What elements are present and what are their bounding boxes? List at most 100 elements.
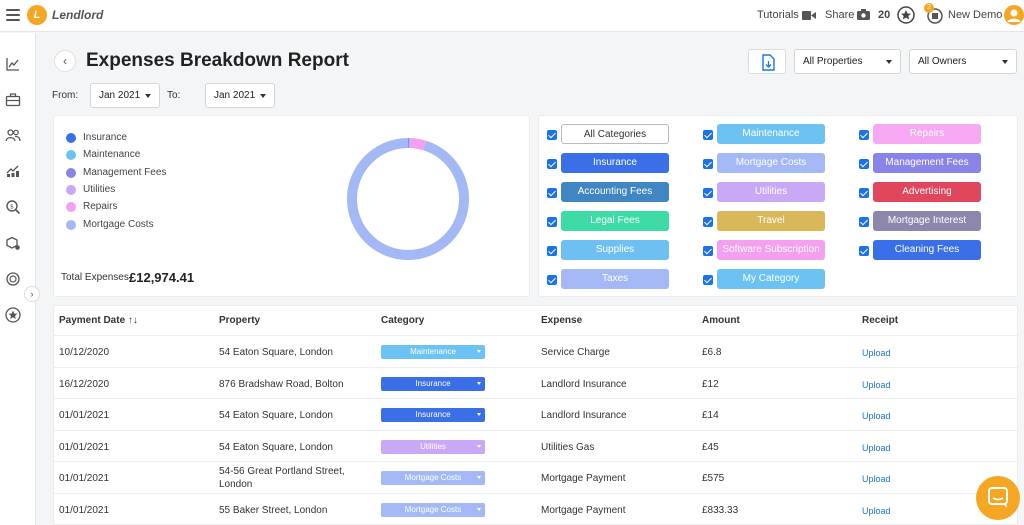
header-category: Category <box>381 315 425 326</box>
upload-receipt-link[interactable]: Upload <box>862 411 891 421</box>
cell-expense: Landlord Insurance <box>541 410 627 422</box>
category-pill[interactable]: Supplies <box>561 240 669 260</box>
box-settings-icon[interactable] <box>5 235 21 251</box>
owners-dropdown[interactable]: All Owners <box>909 49 1017 74</box>
chart-line-icon[interactable] <box>5 56 21 72</box>
star-badge-icon[interactable] <box>897 6 915 24</box>
header-receipt: Receipt <box>862 315 899 326</box>
category-pill[interactable]: Utilities <box>717 182 825 202</box>
upload-receipt-link[interactable]: Upload <box>862 380 891 390</box>
upload-receipt-link[interactable]: Upload <box>862 506 891 516</box>
to-label: To: <box>167 90 181 101</box>
sidebar: $ <box>0 33 36 525</box>
category-checkbox[interactable] <box>547 188 557 198</box>
cell-amount: £45 <box>702 441 719 453</box>
table-row[interactable]: 01/01/2021 54 Eaton Square, London Utiliti… <box>54 429 1019 462</box>
category-checkbox[interactable] <box>859 130 869 140</box>
category-checkbox[interactable] <box>547 246 557 256</box>
video-icon[interactable] <box>802 11 816 20</box>
category-checkbox[interactable] <box>547 275 557 285</box>
category-pill[interactable]: My Category <box>717 269 825 289</box>
chat-button[interactable] <box>976 476 1020 520</box>
category-checkbox[interactable] <box>703 159 713 169</box>
upload-receipt-link[interactable]: Upload <box>862 443 891 453</box>
export-button[interactable] <box>748 49 786 74</box>
category-pill[interactable]: Mortgage Costs <box>717 153 825 173</box>
table-row[interactable]: 01/01/2021 55 Baker Street, London Mortgag… <box>54 493 1019 525</box>
cell-property: 876 Bradshaw Road, Bolton <box>219 378 344 390</box>
total-expenses-label: Total Expenses <box>61 272 129 283</box>
top-bar: L Lendlord Tutorials Share 20 2 New Demo <box>0 0 1024 32</box>
upload-receipt-link[interactable]: Upload <box>862 348 891 358</box>
donut-slice-mortgage-costs <box>347 138 469 260</box>
category-pill[interactable]: All Categories <box>561 124 669 144</box>
category-pill[interactable]: Taxes <box>561 269 669 289</box>
briefcase-icon[interactable] <box>5 92 21 108</box>
category-checkbox[interactable] <box>547 217 557 227</box>
category-pill[interactable]: Travel <box>717 211 825 231</box>
category-checkbox[interactable] <box>859 188 869 198</box>
category-checkbox[interactable] <box>859 217 869 227</box>
category-checkbox[interactable] <box>703 275 713 285</box>
to-date-picker[interactable]: Jan 2021 <box>205 83 275 108</box>
star-icon[interactable] <box>5 307 21 323</box>
camera-icon[interactable] <box>857 9 870 20</box>
category-pill[interactable]: Accounting Fees <box>561 182 669 202</box>
back-button[interactable]: ‹ <box>54 50 76 72</box>
category-pill[interactable]: Mortgage Interest <box>873 211 981 231</box>
categories-card: All Categories Maintenance Repairs Insuranc… <box>538 115 1018 297</box>
share-link[interactable]: Share <box>825 9 854 21</box>
growth-icon[interactable] <box>5 163 21 179</box>
category-pill[interactable]: Software Subscription <box>717 240 825 260</box>
search-money-icon[interactable]: $ <box>5 199 21 215</box>
category-checkbox[interactable] <box>547 130 557 140</box>
category-select[interactable]: Maintenance <box>381 345 485 359</box>
category-checkbox[interactable] <box>703 246 713 256</box>
table-row[interactable]: 01/01/2021 54-56 Great Portland Street, L… <box>54 461 1019 493</box>
header-expense: Expense <box>541 315 583 326</box>
menu-icon[interactable] <box>6 9 20 21</box>
from-date-picker[interactable]: Jan 2021 <box>90 83 160 108</box>
category-checkbox[interactable] <box>859 246 869 256</box>
sidebar-toggle[interactable]: › <box>24 286 40 302</box>
table-row[interactable]: 16/12/2020 876 Bradshaw Road, Bolton Insur… <box>54 366 1019 399</box>
tutorials-link[interactable]: Tutorials <box>757 9 799 21</box>
legend-label: Management Fees <box>83 166 167 178</box>
upload-receipt-link[interactable]: Upload <box>862 474 891 484</box>
category-checkbox[interactable] <box>859 159 869 169</box>
avatar[interactable] <box>1004 5 1024 25</box>
export-file-icon <box>762 54 775 71</box>
category-select[interactable]: Insurance <box>381 376 485 391</box>
table-row[interactable]: 10/12/2020 54 Eaton Square, London Mainten… <box>54 335 1019 367</box>
user-name[interactable]: New Demo <box>948 9 1002 21</box>
category-select[interactable]: Mortgage Costs <box>381 471 485 486</box>
header-payment-date[interactable]: Payment Date ↑↓ <box>59 315 138 326</box>
legend-label: Maintenance <box>83 149 141 161</box>
chevron-down-icon <box>477 350 481 353</box>
category-select-value: Insurance <box>415 410 451 420</box>
category-select[interactable]: Mortgage Costs <box>381 503 485 517</box>
category-pill[interactable]: Insurance <box>561 153 669 173</box>
category-select-value: Mortgage Costs <box>404 473 462 483</box>
users-icon[interactable] <box>5 127 21 143</box>
category-pill[interactable]: Advertising <box>873 182 981 202</box>
category-select[interactable]: Utilities <box>381 439 485 454</box>
legend-dot-icon <box>66 150 76 161</box>
table-row[interactable]: 01/01/2021 54 Eaton Square, London Insuran… <box>54 398 1019 430</box>
legend-label: Utilities <box>83 183 116 195</box>
category-pill[interactable]: Management Fees <box>873 153 981 173</box>
category-checkbox[interactable] <box>703 217 713 227</box>
header-amount: Amount <box>702 315 740 326</box>
category-checkbox[interactable] <box>703 188 713 198</box>
sync-icon[interactable] <box>5 271 21 287</box>
points-count: 20 <box>878 9 891 21</box>
category-pill[interactable]: Maintenance <box>717 124 825 144</box>
properties-dropdown[interactable]: All Properties <box>794 49 901 74</box>
category-pill[interactable]: Cleaning Fees <box>873 240 981 260</box>
category-checkbox[interactable] <box>547 159 557 169</box>
category-pill[interactable]: Legal Fees <box>561 211 669 231</box>
category-select-value: Utilities <box>420 441 446 451</box>
category-select[interactable]: Insurance <box>381 408 485 423</box>
category-checkbox[interactable] <box>703 130 713 140</box>
category-pill[interactable]: Repairs <box>873 124 981 144</box>
